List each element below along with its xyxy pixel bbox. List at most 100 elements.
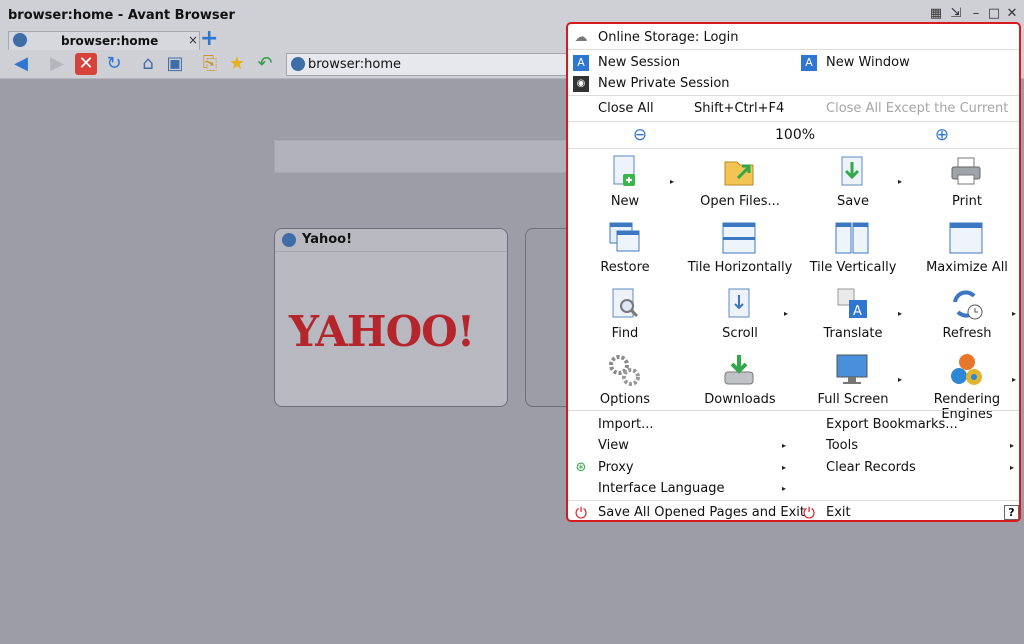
download-icon — [724, 355, 754, 385]
grid-label: Translate — [823, 326, 883, 341]
menu-print[interactable]: Print — [912, 150, 1019, 216]
menu-downloads[interactable]: Downloads — [685, 348, 795, 414]
printer-icon — [951, 157, 981, 185]
bookmark-icon[interactable]: ⎘ — [199, 53, 221, 75]
grid-label: New — [610, 194, 640, 209]
tile-vertical-icon — [835, 222, 869, 254]
save-icon — [841, 156, 863, 186]
submenu-arrow-icon: ▸ — [1010, 463, 1015, 472]
grid-icon[interactable]: ▦ — [928, 6, 944, 22]
separator — [568, 121, 1019, 122]
grid-label: Save — [837, 194, 869, 209]
rendering-engines-icon — [951, 354, 982, 385]
separator — [568, 49, 1019, 50]
menu-proxy[interactable]: Proxy — [598, 460, 634, 475]
grid-label: Restore — [600, 260, 650, 275]
menu-rendering-engines[interactable]: Rendering Engines — [912, 348, 1019, 422]
separator — [568, 95, 1019, 96]
menu-full-screen[interactable]: Full Screen — [798, 348, 908, 414]
refresh-icon — [953, 290, 983, 320]
separator — [568, 410, 1019, 411]
grid-label: Options — [599, 392, 651, 407]
zoom-in-icon[interactable]: ⊕ — [934, 127, 950, 144]
yahoo-logo: YAHOO! — [289, 307, 475, 356]
grid-label: Tile Horizontally — [687, 260, 793, 275]
menu-open-files[interactable]: Open Files... — [685, 150, 795, 216]
restore-icon — [609, 222, 640, 252]
gear-icon — [609, 355, 640, 386]
menu-new[interactable]: New — [570, 150, 680, 216]
globe-icon — [282, 233, 296, 247]
undo-icon[interactable]: ↶ — [254, 53, 276, 75]
submenu-arrow-icon: ▸ — [1012, 375, 1017, 384]
speed-dial-yahoo[interactable]: Yahoo! YAHOO! — [274, 228, 508, 407]
menu-exit[interactable]: Exit — [826, 505, 851, 520]
menu-interface-language[interactable]: Interface Language — [598, 481, 725, 496]
menu-save[interactable]: Save — [798, 150, 908, 216]
forward-arrow-icon[interactable]: ▶ — [46, 53, 68, 75]
main-menu: ☁ Online Storage: Login A New Session A … — [566, 22, 1021, 522]
menu-import[interactable]: Import... — [598, 417, 654, 432]
menu-refresh[interactable]: Refresh — [912, 282, 1019, 348]
grid-label: Tile Vertically — [809, 260, 897, 275]
switch-icon[interactable]: ⇲ — [948, 6, 964, 22]
find-icon — [612, 288, 639, 318]
separator — [568, 500, 1019, 501]
new-tab-button[interactable]: + — [200, 28, 218, 50]
menu-tile-horizontally[interactable]: Tile Horizontally — [685, 216, 795, 282]
submenu-arrow-icon: ▸ — [782, 484, 787, 493]
new-window-icon: A — [801, 55, 817, 71]
menu-new-session[interactable]: New Session — [598, 55, 680, 70]
maximize-icon[interactable]: □ — [986, 6, 1002, 22]
menu-new-window[interactable]: New Window — [826, 55, 910, 70]
folder-icon — [724, 161, 754, 186]
tab-browser-home[interactable]: browser:home × — [8, 31, 200, 51]
menu-translate[interactable]: A Translate — [798, 282, 908, 348]
menu-online-storage[interactable]: Online Storage: Login — [598, 30, 739, 45]
menu-options[interactable]: Options — [570, 348, 680, 414]
menu-new-private-session[interactable]: New Private Session — [598, 76, 730, 91]
menu-find[interactable]: Find — [570, 282, 680, 348]
menu-close-all-except-current[interactable]: Close All Except the Current — [826, 101, 1008, 116]
speed-dial-header: Yahoo! — [275, 229, 507, 252]
globe-icon — [291, 57, 305, 71]
grid-label: Downloads — [704, 392, 776, 407]
power-icon: ⏻ — [575, 504, 587, 522]
grid-label: Find — [611, 326, 639, 341]
menu-save-all-exit[interactable]: Save All Opened Pages and Exit — [598, 505, 805, 520]
refresh-icon[interactable]: ↻ — [103, 53, 125, 75]
minimize-icon[interactable]: – — [968, 6, 984, 22]
back-arrow-icon[interactable]: ◀ — [10, 53, 32, 75]
grid-label: Full Screen — [817, 392, 889, 407]
search-input[interactable] — [274, 140, 576, 173]
new-session-icon: A — [573, 55, 589, 71]
grid-label: Maximize All — [926, 260, 1008, 275]
grid-label: Refresh — [942, 326, 992, 341]
menu-tools[interactable]: Tools — [826, 438, 858, 453]
zoom-out-icon[interactable]: ⊖ — [632, 127, 648, 144]
menu-tile-vertically[interactable]: Tile Vertically — [798, 216, 908, 282]
maximize-icon — [949, 222, 983, 254]
menu-export-bookmarks[interactable]: Export Bookmarks... — [826, 417, 958, 432]
submenu-arrow-icon: ▸ — [898, 375, 903, 384]
grid-label: Print — [952, 194, 982, 209]
menu-close-all[interactable]: Close All — [598, 101, 654, 116]
home-icon[interactable]: ⌂ — [137, 53, 159, 75]
favorites-star-icon[interactable]: ★ — [226, 53, 248, 75]
menu-clear-records[interactable]: Clear Records — [826, 460, 916, 475]
open-page-icon[interactable]: ▣ — [164, 53, 186, 75]
close-icon[interactable]: ✕ — [1004, 6, 1020, 22]
submenu-arrow-icon: ▸ — [898, 309, 903, 318]
stop-icon[interactable]: ✕ — [75, 53, 97, 75]
help-icon[interactable]: ? — [1004, 505, 1019, 520]
address-bar[interactable]: browser:home — [286, 53, 588, 76]
submenu-arrow-icon: ▸ — [782, 463, 787, 472]
monitor-icon — [836, 354, 868, 384]
menu-maximize-all[interactable]: Maximize All — [912, 216, 1019, 282]
menu-scroll[interactable]: Scroll — [685, 282, 795, 348]
tab-close-button[interactable]: × — [188, 33, 198, 47]
address-text: browser:home — [308, 57, 402, 72]
new-document-icon — [613, 155, 635, 186]
menu-restore[interactable]: Restore — [570, 216, 680, 282]
menu-view[interactable]: View — [598, 438, 629, 453]
